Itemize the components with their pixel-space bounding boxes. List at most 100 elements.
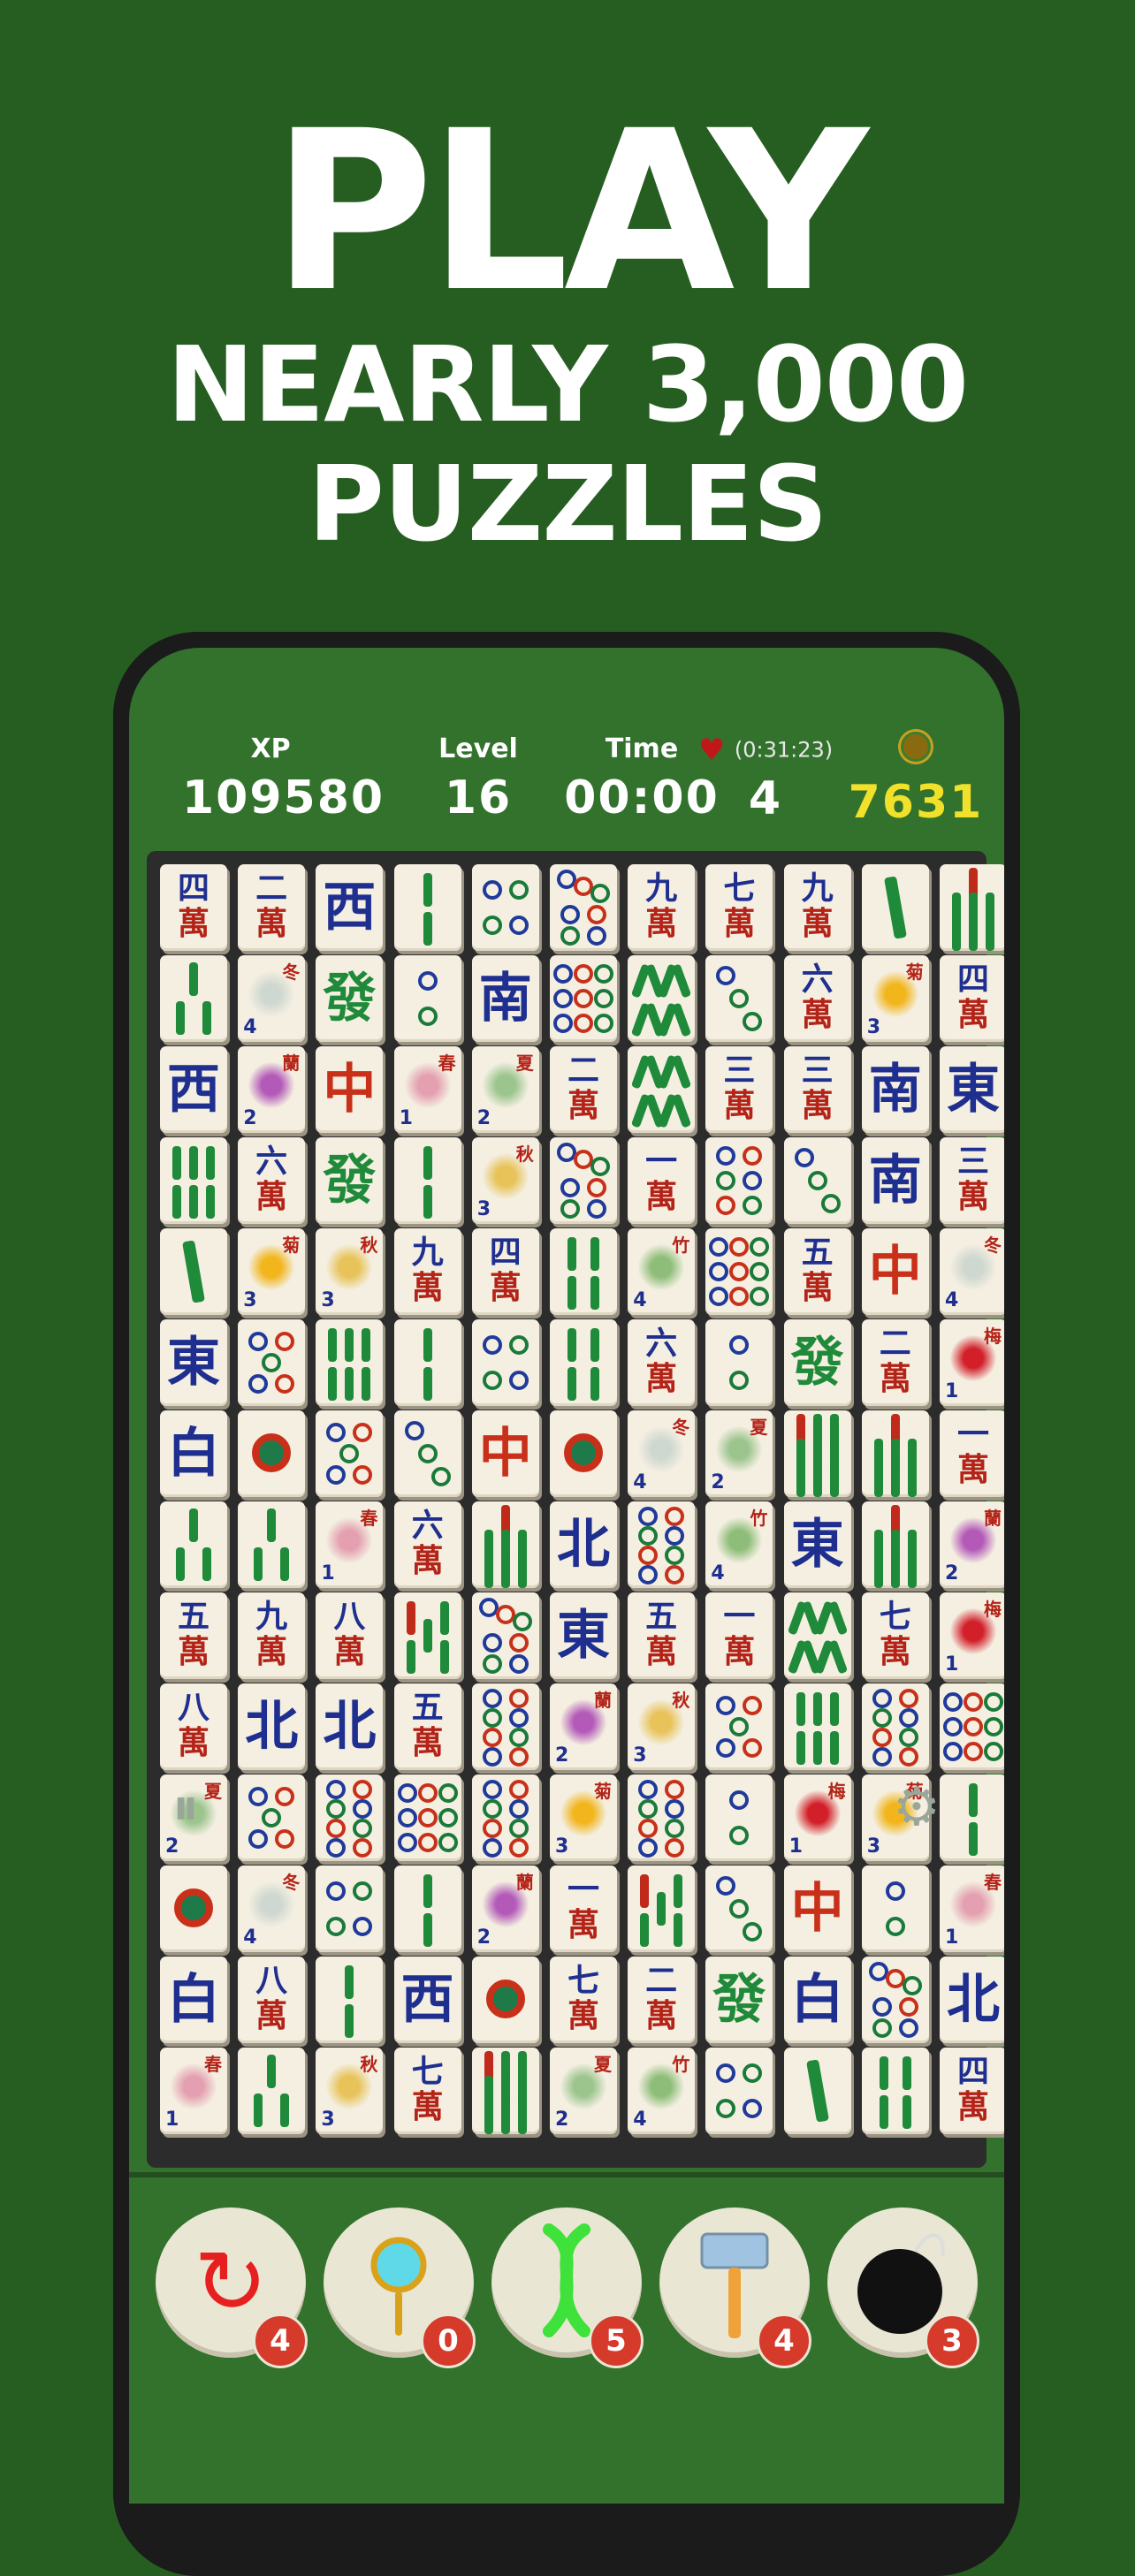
- mahjong-tile[interactable]: 發: [705, 1957, 773, 2043]
- mahjong-tile[interactable]: 五萬: [783, 1228, 851, 1315]
- mahjong-tile[interactable]: 四萬: [471, 1228, 539, 1315]
- mahjong-tile[interactable]: [471, 1774, 539, 1861]
- mahjong-tile[interactable]: [705, 1683, 773, 1770]
- mahjong-tile[interactable]: 蘭2: [238, 1046, 306, 1133]
- mahjong-tile[interactable]: 夏2: [471, 1046, 539, 1133]
- mahjong-tile[interactable]: 梅1: [783, 1774, 851, 1861]
- mahjong-tile[interactable]: [628, 1866, 696, 1952]
- mahjong-tile[interactable]: [705, 1137, 773, 1224]
- mahjong-tile[interactable]: 一萬: [705, 1592, 773, 1679]
- mahjong-tile[interactable]: [550, 864, 617, 951]
- mahjong-tile[interactable]: 秋3: [471, 1137, 539, 1224]
- mahjong-tile[interactable]: [550, 1228, 617, 1315]
- mahjong-tile[interactable]: 蘭2: [471, 1866, 539, 1952]
- mahjong-tile[interactable]: 四萬: [940, 955, 1004, 1042]
- mahjong-tile[interactable]: 三萬: [783, 1046, 851, 1133]
- mahjong-tile[interactable]: [940, 1774, 1004, 1861]
- mahjong-tile[interactable]: 西: [316, 864, 384, 951]
- mahjong-tile[interactable]: 竹4: [628, 2048, 696, 2134]
- mahjong-tile[interactable]: [393, 1410, 461, 1497]
- shuffle-button[interactable]: ↻ 4: [156, 2207, 308, 2368]
- mahjong-tile[interactable]: [940, 1683, 1004, 1770]
- coins-stat[interactable]: 7631: [836, 732, 995, 833]
- mahjong-tile[interactable]: [783, 1137, 851, 1224]
- mahjong-tile[interactable]: 四萬: [160, 864, 227, 951]
- mahjong-tile[interactable]: 二萬: [550, 1046, 617, 1133]
- mahjong-tile[interactable]: [861, 1683, 929, 1770]
- mahjong-tile[interactable]: [393, 1774, 461, 1861]
- mahjong-tile[interactable]: 四萬: [940, 2048, 1004, 2134]
- mahjong-tile[interactable]: [628, 1501, 696, 1588]
- mahjong-tile[interactable]: 七萬: [861, 1592, 929, 1679]
- mahjong-tile[interactable]: 六萬: [393, 1501, 461, 1588]
- mahjong-tile[interactable]: [238, 1319, 306, 1406]
- mahjong-tile[interactable]: 二萬: [628, 1957, 696, 2043]
- mahjong-tile[interactable]: [705, 1866, 773, 1952]
- mahjong-tile[interactable]: 春1: [160, 2048, 227, 2134]
- mahjong-tile[interactable]: 九萬: [628, 864, 696, 951]
- pause-icon[interactable]: ⏸: [172, 1776, 199, 1838]
- mahjong-tile[interactable]: 一萬: [550, 1866, 617, 1952]
- mahjong-tile[interactable]: 八萬: [238, 1957, 306, 2043]
- dna-hint-button[interactable]: 5: [491, 2207, 644, 2368]
- mahjong-tile[interactable]: [861, 1866, 929, 1952]
- settings-icon[interactable]: ⚙: [893, 1776, 941, 1838]
- mahjong-tile[interactable]: 三萬: [940, 1137, 1004, 1224]
- mahjong-tile[interactable]: [705, 1228, 773, 1315]
- mahjong-tile[interactable]: 竹4: [628, 1228, 696, 1315]
- mahjong-tile[interactable]: 發: [316, 955, 384, 1042]
- mahjong-tile[interactable]: [393, 864, 461, 951]
- mahjong-tile[interactable]: 春1: [316, 1501, 384, 1588]
- mahjong-tile[interactable]: 東: [160, 1319, 227, 1406]
- mahjong-tile[interactable]: [628, 955, 696, 1042]
- mahjong-tile[interactable]: [393, 1319, 461, 1406]
- mahjong-tile[interactable]: 白: [783, 1957, 851, 2043]
- mahjong-tile[interactable]: 九萬: [238, 1592, 306, 1679]
- mahjong-tile[interactable]: 八萬: [160, 1683, 227, 1770]
- mahjong-tile[interactable]: [316, 1866, 384, 1952]
- mahjong-tile[interactable]: 北: [940, 1957, 1004, 2043]
- mahjong-tile[interactable]: [471, 1319, 539, 1406]
- bomb-button[interactable]: 3: [827, 2207, 979, 2368]
- mahjong-tile[interactable]: [160, 1228, 227, 1315]
- mahjong-tile[interactable]: 北: [550, 1501, 617, 1588]
- mahjong-tile[interactable]: [160, 1137, 227, 1224]
- mahjong-tile[interactable]: 白: [160, 1410, 227, 1497]
- mahjong-tile[interactable]: 梅1: [940, 1592, 1004, 1679]
- mahjong-tile[interactable]: 蘭2: [550, 1683, 617, 1770]
- mahjong-tile[interactable]: [861, 1410, 929, 1497]
- mahjong-tile[interactable]: [861, 864, 929, 951]
- mahjong-tile[interactable]: 南: [861, 1137, 929, 1224]
- mahjong-tile[interactable]: [316, 1319, 384, 1406]
- mahjong-tile[interactable]: 東: [783, 1501, 851, 1588]
- mahjong-tile[interactable]: 夏2: [550, 2048, 617, 2134]
- mahjong-tile[interactable]: 中: [471, 1410, 539, 1497]
- magnifier-button[interactable]: 0: [324, 2207, 476, 2368]
- mahjong-tile[interactable]: 秋3: [316, 1228, 384, 1315]
- mahjong-tile[interactable]: [316, 1774, 384, 1861]
- mahjong-tile[interactable]: 九萬: [393, 1228, 461, 1315]
- mahjong-tile[interactable]: 三萬: [705, 1046, 773, 1133]
- mahjong-tile[interactable]: 東: [940, 1046, 1004, 1133]
- mahjong-tile[interactable]: 七萬: [705, 864, 773, 951]
- mahjong-tile[interactable]: 秋3: [316, 2048, 384, 2134]
- mahjong-tile[interactable]: [705, 2048, 773, 2134]
- mahjong-tile[interactable]: 發: [316, 1137, 384, 1224]
- mahjong-tile[interactable]: [628, 1774, 696, 1861]
- mahjong-tile[interactable]: [550, 955, 617, 1042]
- mahjong-tile[interactable]: 北: [316, 1683, 384, 1770]
- mahjong-tile[interactable]: 五萬: [628, 1592, 696, 1679]
- mahjong-tile[interactable]: 一萬: [940, 1410, 1004, 1497]
- mahjong-tile[interactable]: 九萬: [783, 864, 851, 951]
- mahjong-tile[interactable]: [550, 1137, 617, 1224]
- mahjong-tile[interactable]: [471, 1592, 539, 1679]
- mahjong-tile[interactable]: 梅1: [940, 1319, 1004, 1406]
- mahjong-tile[interactable]: 夏2: [705, 1410, 773, 1497]
- mahjong-tile[interactable]: 竹4: [705, 1501, 773, 1588]
- mahjong-tile[interactable]: [471, 2048, 539, 2134]
- mahjong-tile[interactable]: [471, 1683, 539, 1770]
- mahjong-tile[interactable]: [783, 2048, 851, 2134]
- mahjong-tile[interactable]: [316, 1957, 384, 2043]
- mahjong-tile[interactable]: [471, 864, 539, 951]
- mahjong-tile[interactable]: [393, 1592, 461, 1679]
